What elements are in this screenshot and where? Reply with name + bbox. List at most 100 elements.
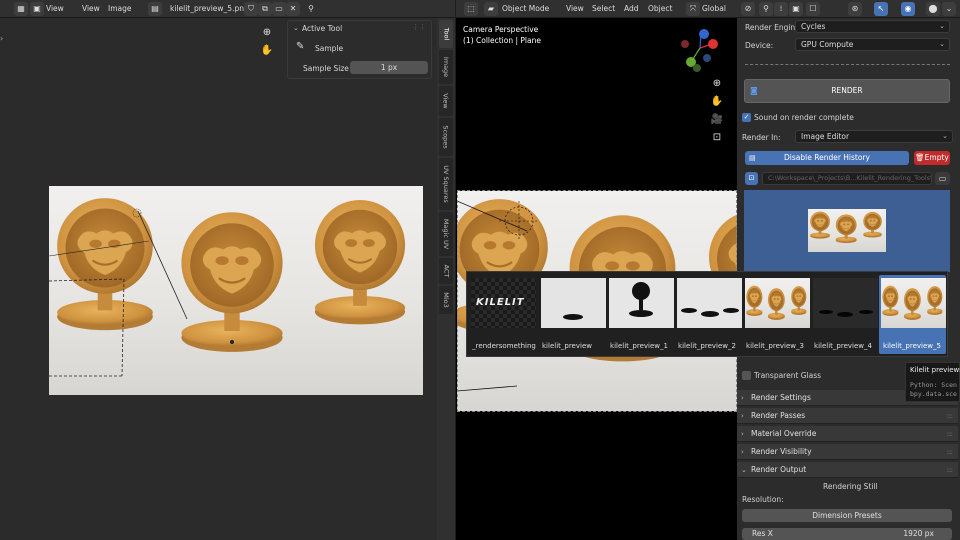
view-mode-icon[interactable]: ▣ [30,2,44,16]
menu-view[interactable]: View [82,3,100,15]
transform-orientation-icon[interactable]: ⤧ [686,2,700,16]
disable-render-history-button[interactable]: ▤ Disable Render History [745,151,909,165]
folder-icon[interactable]: ▭ [935,172,950,185]
history-preview-thumb[interactable] [808,209,886,252]
navigation-gizmo[interactable] [677,24,723,76]
lock-path-icon[interactable]: ⊡ [745,172,758,185]
thumb-label: kilelit_preview_2 [678,342,736,350]
tab-image-label: Image [442,56,451,78]
trash-icon: 🗑 [915,153,925,162]
mode-icon[interactable]: ▰ [484,2,498,16]
sound-checkbox[interactable]: ✓ [742,113,751,122]
editor-type-icon[interactable]: ▦ [14,2,28,16]
menu-add[interactable]: Add [624,3,639,15]
dimension-presets-button[interactable]: Dimension Presets [742,509,952,522]
orientation-dropdown[interactable]: Global [702,3,726,15]
section-render-output[interactable]: ⌄ Render Output:::: [737,462,958,478]
shadow-shape [723,308,739,313]
render-in-dropdown[interactable]: Image Editor ⌄ [795,130,953,143]
thumb-label: kilelit_preview [542,342,592,350]
empty-button[interactable]: 🗑Empty [914,151,950,165]
device-dropdown[interactable]: GPU Compute ⌄ [795,38,950,51]
section-label: Render Output [751,465,807,474]
render-in-label: Render In: [742,133,781,142]
editor-type-icon-3d[interactable]: ⬚ [464,2,478,16]
menu-select[interactable]: Select [592,3,615,15]
gizmo-icon[interactable]: ☐ [806,2,820,16]
pin-icon[interactable]: ⚲ [304,2,318,16]
image-name-field[interactable]: kilelit_preview_5.png [170,3,249,15]
tab-magic-uv[interactable]: Magic UV [439,212,453,256]
thumb-label: _rendersomething [472,342,536,350]
grip-icon: :::: [946,466,954,474]
shadow-shape [681,308,697,313]
history-preview-area [744,190,950,272]
camera-view-icon[interactable]: 🎥 [710,113,724,127]
image-browse-icon[interactable]: ▤ [148,2,162,16]
tab-view[interactable]: View [439,86,453,116]
zoom-icon-3d[interactable]: ⊕ [710,77,724,91]
tab-mio3[interactable]: Mio3 [439,286,453,314]
section-render-passes[interactable]: › Render Passes:::: [737,408,958,424]
image-thumb-preview-5[interactable] [881,278,946,328]
view-mode-dropdown[interactable]: View [46,3,64,15]
render-engine-dropdown[interactable]: Cycles ⌄ [795,20,950,33]
viewport-header: ⬚ ▰ Object Mode View Select Add Object ⤧… [456,0,960,18]
chevron-down-icon: ⌄ [942,132,948,140]
tab-act[interactable]: ACT [439,258,453,284]
image-thumb-preview-3[interactable] [745,278,810,328]
pan-hand-icon-3d[interactable]: ✋ [710,95,724,109]
eyedropper-icon: ✎ [296,41,305,52]
visibility-icon[interactable]: ⊛ [848,2,862,16]
open-folder-icon[interactable]: ▭ [272,2,286,16]
tab-uv-squares-label: UV Squares [442,165,451,203]
zoom-icon[interactable]: ⊕ [260,26,274,40]
image-thumb-preview-2[interactable] [677,278,742,328]
tab-uv-squares[interactable]: UV Squares [439,158,453,210]
menu-image[interactable]: Image [108,3,132,15]
sample-size-field[interactable]: 1 px [350,61,428,74]
tab-image[interactable]: Image [439,50,453,84]
chevron-down-icon: ⌄ [939,40,945,48]
stem-shape [639,298,643,310]
res-x-field[interactable]: Res X 1920 px [742,528,952,540]
image-thumb-preview[interactable] [541,278,606,328]
camera-icon: ◙ [750,86,758,95]
new-image-icon[interactable]: ⧉ [258,2,272,16]
thumb-label: kilelit_preview_3 [746,342,804,350]
res-x-label: Res X [752,529,773,538]
shading-solid-icon[interactable]: ⬤ [926,2,940,16]
selectability-icon[interactable]: ↖ [874,2,888,16]
chevron-right-icon: › [741,430,744,438]
render-button[interactable]: ◙ RENDER [744,79,950,103]
viewport-overlays-icon[interactable]: ◉ [901,2,915,16]
output-path-field[interactable]: C:\Workspace\_Projects\B...Kilelit_Rende… [762,172,932,185]
image-thumb-preview-4[interactable] [813,278,878,328]
image-thumb-rendersomething[interactable]: KILELIT [471,278,536,328]
tab-scopes[interactable]: Scopes [439,118,453,156]
section-material-override[interactable]: › Material Override:::: [737,426,958,442]
overlay-icon[interactable]: ▣ [789,2,803,16]
transparent-glass-checkbox[interactable] [742,371,751,380]
panel-collapse-icon[interactable]: ⌄ [293,24,299,32]
menu-object[interactable]: Object [648,3,672,15]
object-mode-dropdown[interactable]: Object Mode [502,3,549,15]
pan-hand-icon[interactable]: ✋ [260,44,274,58]
image-thumb-preview-1[interactable] [609,278,674,328]
snap-target-icon[interactable]: ⁞ [774,2,788,16]
sample-size-label: Sample Size [303,64,349,73]
menu-view-3d[interactable]: View [566,3,584,15]
lock-camera-icon[interactable]: ⊡ [710,131,724,145]
tab-tool[interactable]: Tool [439,20,453,48]
section-render-visibility[interactable]: › Render Visibility:::: [737,444,958,460]
section-label: Material Override [751,429,817,438]
panel-grip-icon[interactable]: ⋮⋮ [412,23,426,31]
device-value: GPU Compute [801,40,854,49]
fake-user-icon[interactable]: ⛉ [244,2,258,16]
shadow-shape [837,312,853,317]
close-icon[interactable]: ✕ [286,2,300,16]
left-edge-arrow-icon[interactable]: › [0,34,3,43]
shading-dropdown-icon[interactable]: ⌄ [942,2,956,16]
snap-icon[interactable]: ⊘ [741,2,755,16]
proportional-icon[interactable]: ⚲ [759,2,773,16]
